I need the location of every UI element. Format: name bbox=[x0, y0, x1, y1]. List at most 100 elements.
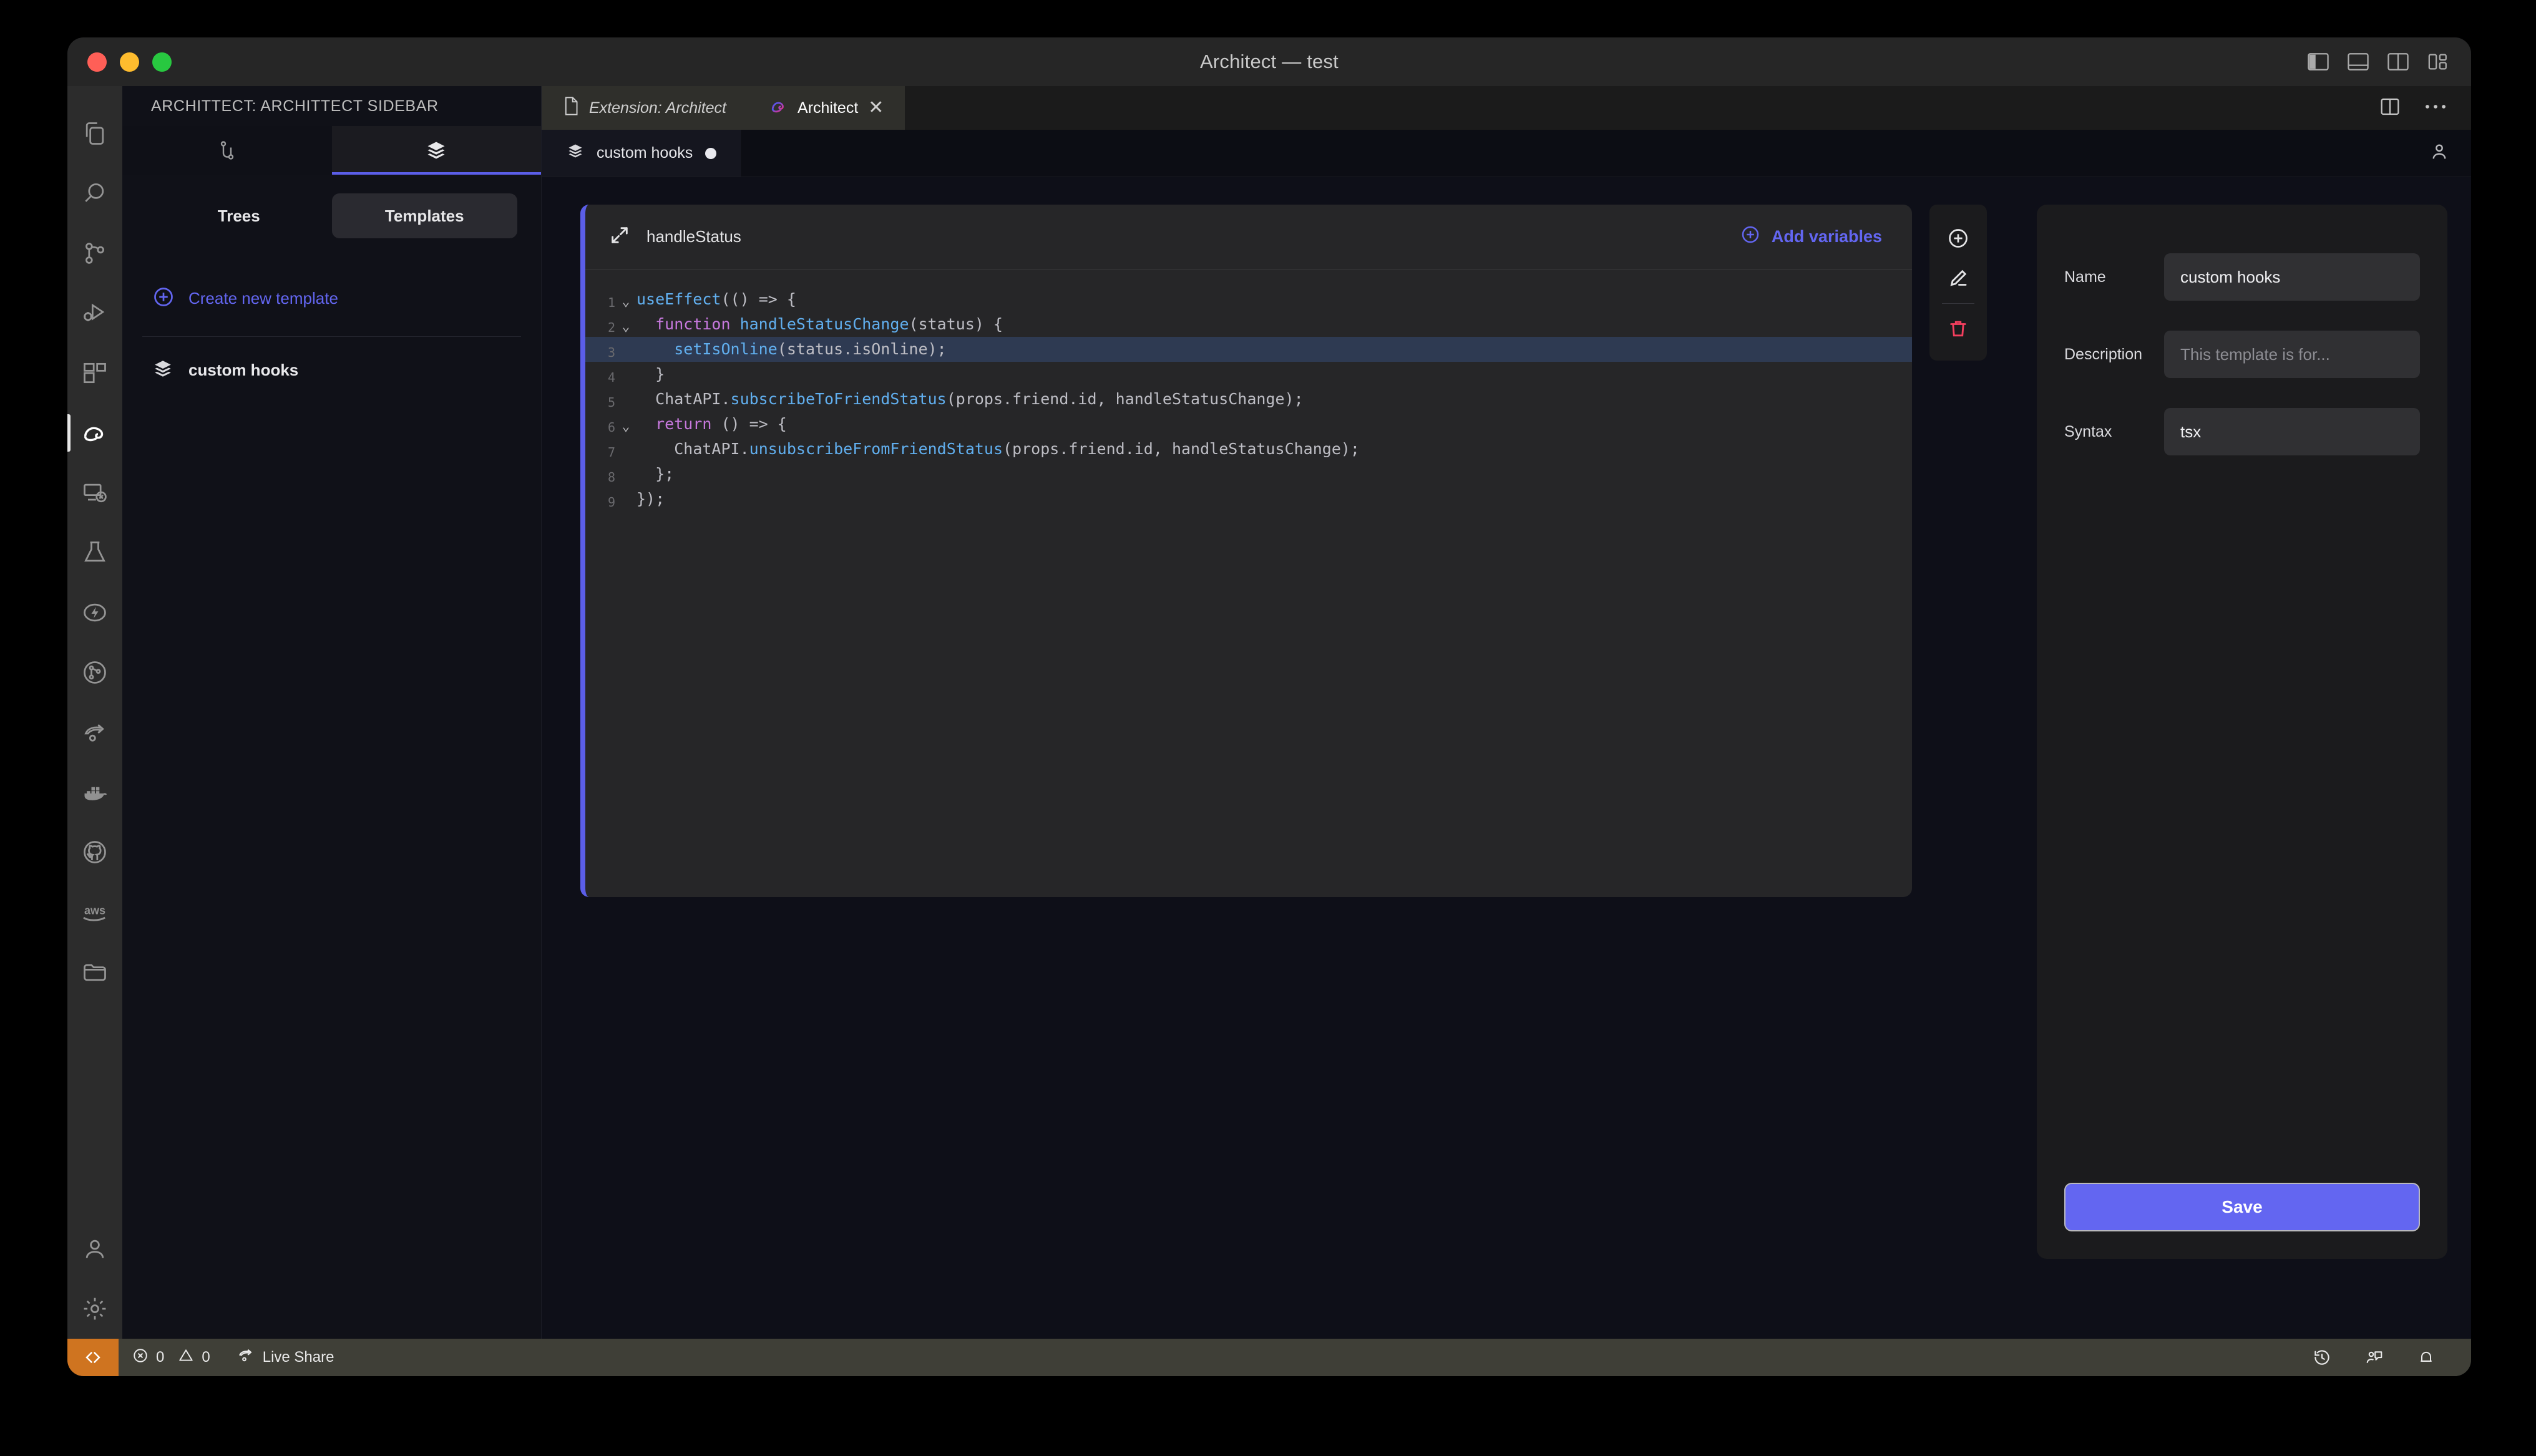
sidebar-item-aws[interactable]: aws bbox=[67, 882, 122, 942]
sidebar-item-search[interactable] bbox=[67, 163, 122, 223]
close-window-button[interactable] bbox=[87, 52, 107, 72]
sidebar-item-share[interactable] bbox=[67, 702, 122, 762]
add-variables-button[interactable]: Add variables bbox=[1740, 225, 1882, 249]
sidebar-item-testing[interactable] bbox=[67, 523, 122, 583]
sidebar-item-source-control[interactable] bbox=[67, 223, 122, 283]
sidebar-title: ARCHITTECT: ARCHITTECT SIDEBAR bbox=[122, 86, 541, 126]
close-icon[interactable]: ✕ bbox=[868, 99, 884, 117]
file-icon bbox=[563, 96, 579, 120]
template-name: custom hooks bbox=[188, 361, 299, 379]
bell-icon[interactable] bbox=[2404, 1339, 2449, 1376]
syntax-input[interactable]: tsx bbox=[2164, 408, 2420, 455]
warning-count: 0 bbox=[202, 1349, 210, 1366]
list-item[interactable]: custom hooks bbox=[146, 337, 517, 382]
sidebar-item-explorer[interactable] bbox=[67, 104, 122, 163]
maximize-window-button[interactable] bbox=[152, 52, 172, 72]
editor-area: Extension: Architect Architect ✕ custom … bbox=[542, 86, 2471, 1339]
live-share-button[interactable]: Live Share bbox=[224, 1339, 348, 1376]
architect-logo-icon bbox=[769, 97, 788, 120]
code-line: 9}); bbox=[585, 487, 1912, 512]
fold-chevron-down-icon[interactable]: ⌄ bbox=[615, 312, 636, 339]
field-label: Description bbox=[2064, 345, 2143, 363]
tab-label: Architect bbox=[797, 99, 859, 117]
code-text: function handleStatusChange(status) { bbox=[655, 315, 1003, 333]
account-icon[interactable] bbox=[67, 1219, 122, 1279]
field-name: Name custom hooks bbox=[2064, 253, 2420, 301]
sidebar-item-docker[interactable] bbox=[67, 762, 122, 822]
primary-sidebar: ARCHITTECT: ARCHITTECT SIDEBAR Trees Tem… bbox=[122, 86, 542, 1339]
inner-tab-label: custom hooks bbox=[597, 144, 693, 162]
activity-bar: aws bbox=[67, 86, 122, 1339]
line-number: 3 bbox=[607, 345, 615, 360]
status-bar-right bbox=[2299, 1339, 2471, 1376]
sidebar-item-run-and-debug[interactable] bbox=[67, 283, 122, 343]
trees-templates-segmented-control: Trees Templates bbox=[146, 193, 517, 238]
sidebar-item-folder[interactable] bbox=[67, 942, 122, 1002]
code-card: handleStatus Add variables 1 ⌄ useEffect((… bbox=[580, 205, 1912, 897]
more-actions-icon[interactable] bbox=[2425, 102, 2446, 114]
split-editor-icon[interactable] bbox=[2380, 97, 2400, 119]
minimize-window-button[interactable] bbox=[120, 52, 139, 72]
code-line: 6 ⌄ return () => { bbox=[585, 412, 1912, 437]
plus-circle-icon bbox=[152, 286, 175, 311]
name-input[interactable]: custom hooks bbox=[2164, 253, 2420, 301]
sidebar-item-extensions[interactable] bbox=[67, 343, 122, 403]
toggle-panel-icon[interactable] bbox=[2348, 52, 2369, 71]
sidebar-item-gitlens[interactable] bbox=[67, 643, 122, 702]
edit-pencil-icon[interactable] bbox=[1929, 258, 1987, 298]
add-circle-icon[interactable] bbox=[1929, 218, 1987, 258]
remote-window-indicator[interactable] bbox=[67, 1339, 119, 1376]
delete-trash-icon[interactable] bbox=[1929, 309, 1987, 349]
customize-layout-icon[interactable] bbox=[2427, 52, 2449, 71]
tab-extension-architect[interactable]: Extension: Architect bbox=[542, 86, 748, 130]
unsaved-changes-dot bbox=[705, 147, 717, 159]
fold-chevron-down-icon[interactable]: ⌄ bbox=[615, 412, 636, 439]
segment-trees[interactable]: Trees bbox=[146, 193, 332, 238]
line-number: 6 bbox=[607, 420, 615, 435]
warning-icon bbox=[178, 1347, 194, 1368]
vscode-window: Architect — test aws ARCHITTECT: ARCHITT… bbox=[67, 37, 2471, 1376]
code-line: 2 ⌄ function handleStatusChange(status) { bbox=[585, 312, 1912, 337]
problems-indicator[interactable]: 0 0 bbox=[119, 1339, 224, 1376]
save-button[interactable]: Save bbox=[2064, 1183, 2420, 1231]
tab-architect[interactable]: Architect ✕ bbox=[748, 86, 905, 130]
history-icon[interactable] bbox=[2299, 1339, 2345, 1376]
code-text: }; bbox=[655, 465, 675, 483]
sidebar-item-github[interactable] bbox=[67, 822, 122, 882]
segment-templates[interactable]: Templates bbox=[331, 193, 517, 238]
inner-tab-custom-hooks[interactable]: custom hooks bbox=[542, 130, 743, 177]
field-syntax: Syntax tsx bbox=[2064, 408, 2420, 455]
create-new-template-label: Create new template bbox=[188, 289, 338, 308]
description-input[interactable]: This template is for... bbox=[2164, 331, 2420, 378]
code-editor[interactable]: 1 ⌄ useEffect(() => {2 ⌄ function handleSta… bbox=[585, 269, 1912, 897]
account-icon[interactable] bbox=[2429, 141, 2450, 165]
title-bar: Architect — test bbox=[67, 37, 2471, 86]
fold-chevron-down-icon[interactable]: ⌄ bbox=[615, 287, 636, 314]
editor-tab-actions bbox=[2380, 86, 2471, 130]
line-number: 4 bbox=[607, 370, 615, 385]
add-variables-label: Add variables bbox=[1771, 227, 1882, 246]
code-text: ChatAPI.unsubscribeFromFriendStatus(prop… bbox=[674, 440, 1360, 458]
settings-gear-icon[interactable] bbox=[67, 1279, 122, 1339]
sidebar-view-tab-trees[interactable] bbox=[122, 126, 332, 175]
code-text: setIsOnline(status.isOnline); bbox=[674, 340, 947, 358]
layout-toggle-group bbox=[2308, 52, 2449, 71]
svg-text:aws: aws bbox=[84, 905, 105, 917]
sidebar-item-architect[interactable] bbox=[67, 403, 122, 463]
sidebar-item-thunder-client[interactable] bbox=[67, 583, 122, 643]
line-number: 7 bbox=[607, 445, 615, 460]
code-line: 7 ChatAPI.unsubscribeFromFriendStatus(pr… bbox=[585, 437, 1912, 462]
create-new-template-button[interactable]: Create new template bbox=[146, 276, 517, 336]
plus-circle-icon bbox=[1740, 225, 1760, 249]
expand-diagonal-icon[interactable] bbox=[609, 225, 630, 249]
template-details-panel: Name custom hooks Description This templ… bbox=[2037, 205, 2447, 1259]
code-card-header: handleStatus Add variables bbox=[585, 205, 1912, 269]
sidebar-view-tab-templates[interactable] bbox=[331, 126, 541, 175]
feedback-icon[interactable] bbox=[2351, 1339, 2397, 1376]
toggle-secondary-sidebar-icon[interactable] bbox=[2387, 52, 2409, 71]
toggle-primary-sidebar-icon[interactable] bbox=[2308, 52, 2329, 71]
error-count: 0 bbox=[156, 1349, 165, 1366]
sidebar-item-remote-explorer[interactable] bbox=[67, 463, 122, 523]
